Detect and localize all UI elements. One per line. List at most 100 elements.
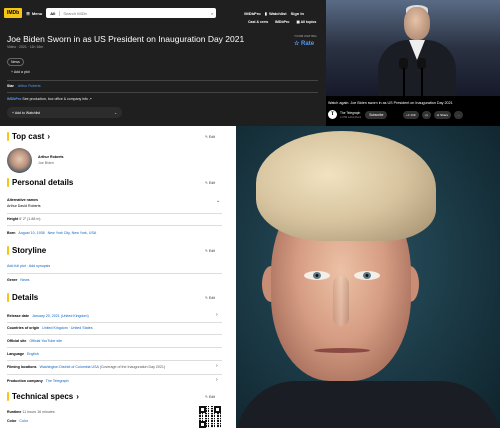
- divider: [7, 374, 222, 375]
- add-plot-label: Add a plot: [13, 70, 30, 74]
- rate-button[interactable]: ☆ Rate: [294, 40, 314, 47]
- subscriber-count: 4.37M subscribers: [340, 115, 362, 119]
- page-title: Joe Biden Sworn in as US President on In…: [7, 34, 245, 44]
- thumbs-down-icon: 👎︎: [424, 112, 428, 117]
- star-label: Star: [7, 84, 14, 88]
- search-input[interactable]: Search IMDb: [60, 11, 211, 16]
- chevron-right-icon[interactable]: ›: [216, 377, 218, 383]
- storyline-title: Storyline: [12, 246, 47, 255]
- mic-stand: [403, 68, 405, 96]
- portrait-eye: [304, 271, 330, 280]
- genre-chip[interactable]: News: [7, 58, 24, 66]
- subnav-imdbpro[interactable]: IMDbPro: [275, 20, 289, 24]
- channel-name[interactable]: The Telegraph: [340, 111, 361, 115]
- divider: [7, 273, 222, 274]
- genre-link[interactable]: News: [20, 278, 29, 282]
- imdb-logo[interactable]: IMDb: [4, 8, 23, 18]
- search-scope[interactable]: All: [46, 10, 61, 16]
- release-label: Release date: [7, 314, 29, 318]
- add-full-plot-link[interactable]: Add full plot: [7, 264, 26, 268]
- release-value[interactable]: January 20, 2021 (United Kingdom): [32, 314, 89, 318]
- add-to-watchlist-button[interactable]: + Add to Watchlist ⌄: [7, 107, 122, 118]
- edit-tech[interactable]: ✎ Edit: [205, 395, 215, 399]
- signin-link[interactable]: Sign In: [291, 11, 304, 16]
- star-link[interactable]: Arthur Roberts: [18, 84, 41, 88]
- runtime-label: Runtime: [7, 410, 22, 414]
- like-button[interactable]: 👍︎ 13K: [403, 110, 419, 119]
- color-link[interactable]: Color: [19, 419, 28, 423]
- qr-corner: [214, 406, 221, 413]
- storyline-links: Add full plot · Add synopsis: [7, 264, 51, 268]
- external-link-icon: ↗: [88, 97, 92, 101]
- imdb-title-header: IMDb ☰ Menu All Search IMDb ⌕ IMDbPro ▮ Wa…: [0, 0, 326, 126]
- origin-row: Countries of origin United Kingdom · Unit…: [7, 326, 93, 330]
- top-cast-heading[interactable]: Top cast ›: [7, 132, 50, 141]
- subscribe-button[interactable]: Subscribe: [365, 110, 388, 119]
- add-synopsis-link[interactable]: Add synopsis: [29, 264, 50, 268]
- origin-value[interactable]: United Kingdom · United States: [42, 326, 92, 330]
- born-place-link[interactable]: New York City, New York, USA: [48, 231, 97, 235]
- dislike-button[interactable]: 👎︎: [421, 110, 431, 119]
- imdbpro-link[interactable]: IMDbPro: [244, 11, 260, 16]
- subnav-all-topics-label: All topics: [300, 20, 317, 24]
- filming-row[interactable]: Filming locations Washington District of …: [7, 365, 165, 369]
- imdbpro-promo[interactable]: IMDbPro See production, box office & com…: [7, 97, 92, 101]
- menu-button[interactable]: ☰ Menu: [26, 11, 42, 16]
- edit-personal[interactable]: ✎ Edit: [205, 181, 215, 185]
- language-row: Language English: [7, 352, 39, 356]
- language-link[interactable]: English: [27, 352, 39, 356]
- born-date-link[interactable]: August 10, 1938: [18, 231, 44, 235]
- add-plot-link[interactable]: + Add a plot: [11, 70, 30, 74]
- qr-code: [199, 406, 221, 428]
- edit-top-cast[interactable]: ✎ Edit: [205, 135, 215, 139]
- alt-names-label: Alternative names: [7, 198, 38, 202]
- color-row: Color Color: [7, 419, 28, 423]
- title-meta: Video · 2021 · 11h 16m: [7, 45, 44, 49]
- portrait-shirt: [236, 381, 500, 428]
- watchlist-link[interactable]: ▮ Watchlist: [265, 11, 287, 16]
- divider: [7, 92, 318, 93]
- top-cast-title: Top cast: [12, 132, 45, 141]
- tech-specs-title: Technical specs: [12, 392, 74, 401]
- chevron-right-icon[interactable]: ›: [216, 363, 218, 369]
- site-link[interactable]: Official YouTube site: [29, 339, 62, 343]
- site-label: Official site: [7, 339, 27, 343]
- chevron-down-icon[interactable]: ⌄: [114, 111, 117, 115]
- alt-names-row: Alternative names: [7, 198, 38, 202]
- section-bar: [7, 293, 9, 302]
- share-button[interactable]: ➦ Share: [433, 110, 452, 119]
- edit-storyline[interactable]: ✎ Edit: [205, 249, 215, 253]
- edit-label: Edit: [208, 181, 215, 185]
- subnav-all-topics[interactable]: ▦ All topics: [296, 20, 316, 24]
- more-options-button[interactable]: …: [454, 110, 464, 119]
- tech-specs-heading[interactable]: Technical specs ›: [7, 392, 79, 401]
- divider: [7, 80, 318, 81]
- personal-details-heading: Personal details: [7, 178, 73, 187]
- chevron-right-icon[interactable]: ›: [216, 312, 218, 318]
- search-bar[interactable]: All Search IMDb ⌕: [46, 8, 217, 18]
- more-icon: …: [457, 112, 461, 117]
- storyline-heading: Storyline: [7, 246, 46, 255]
- release-row[interactable]: Release date January 20, 2021 (United Kin…: [7, 314, 89, 318]
- origin-label: Countries of origin: [7, 326, 40, 330]
- portrait-hair: [256, 131, 436, 241]
- channel-row: T The Telegraph 4.37M subscribers Subscri…: [328, 110, 464, 119]
- actor-name[interactable]: Arthur Roberts: [38, 155, 64, 159]
- star-outline-icon: ☆: [294, 41, 302, 47]
- section-bar: [7, 392, 9, 401]
- company-row[interactable]: Production company The Telegraph: [7, 379, 69, 383]
- company-link[interactable]: The Telegraph: [46, 379, 69, 383]
- filming-link[interactable]: Washington District of Columbia USA: [40, 365, 99, 369]
- actor-avatar[interactable]: [7, 148, 32, 173]
- divider: [7, 334, 222, 335]
- divider: [7, 347, 222, 348]
- chevron-down-icon[interactable]: ⌄: [216, 198, 220, 204]
- channel-avatar[interactable]: T: [328, 110, 337, 119]
- edit-label: Edit: [208, 249, 215, 253]
- search-icon[interactable]: ⌕: [211, 11, 216, 16]
- section-bar: [7, 132, 9, 141]
- video-player[interactable]: [326, 0, 500, 96]
- portrait-mouth: [314, 348, 370, 353]
- subnav-cast-crew[interactable]: Cast & crew: [248, 20, 268, 24]
- edit-details[interactable]: ✎ Edit: [205, 296, 215, 300]
